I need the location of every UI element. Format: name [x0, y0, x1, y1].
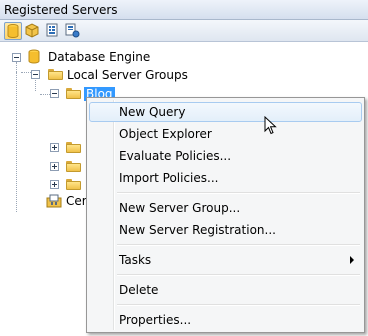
blog-collapse-toggle[interactable] — [50, 89, 59, 98]
folder-icon — [48, 69, 63, 80]
menu-item-new-query[interactable]: New Query — [89, 102, 362, 122]
analysis-services-button[interactable] — [24, 22, 42, 40]
central-management-server-icon — [46, 194, 62, 208]
tree-node-database-engine[interactable]: Database Engine — [48, 50, 150, 64]
menu-item-import-policies[interactable]: Import Policies... — [89, 168, 362, 188]
folder-icon — [66, 179, 81, 190]
reporting-services-icon — [46, 23, 58, 37]
menu-item-new-server-registration[interactable]: New Server Registration... — [89, 220, 362, 240]
window-title: Registered Servers — [0, 0, 368, 20]
expand-toggle[interactable] — [50, 162, 59, 171]
menu-separator — [117, 274, 360, 276]
menu-item-properties[interactable]: Properties... — [89, 310, 362, 330]
menu-item-new-server-group[interactable]: New Server Group... — [89, 198, 362, 218]
reporting-services-button[interactable] — [44, 22, 62, 40]
local-server-groups-collapse-toggle[interactable] — [31, 70, 40, 79]
menu-item-object-explorer[interactable]: Object Explorer — [89, 124, 362, 144]
analysis-services-icon — [25, 23, 39, 38]
menu-item-tasks-row[interactable]: Tasks — [89, 250, 362, 270]
database-engine-icon — [28, 49, 40, 64]
menu-separator — [117, 192, 360, 194]
integration-services-button[interactable] — [64, 22, 82, 40]
submenu-arrow-icon — [350, 256, 354, 264]
integration-services-icon — [65, 23, 80, 38]
database-engine-collapse-toggle[interactable] — [12, 53, 21, 62]
folder-icon — [66, 161, 81, 172]
tree-node-central-management[interactable]: Cer — [66, 194, 87, 208]
database-engine-button[interactable] — [4, 22, 22, 40]
menu-item-evaluate-policies[interactable]: Evaluate Policies... — [89, 146, 362, 166]
mouse-cursor-icon — [264, 116, 277, 135]
folder-icon — [66, 88, 81, 99]
expand-toggle[interactable] — [50, 180, 59, 189]
menu-separator — [117, 244, 360, 246]
context-menu: New Query Object Explorer Evaluate Polic… — [86, 97, 365, 333]
folder-icon — [66, 142, 81, 153]
expand-toggle[interactable] — [50, 143, 59, 152]
menu-separator — [117, 304, 360, 306]
database-engine-icon — [7, 24, 19, 38]
menu-item-delete[interactable]: Delete — [89, 280, 362, 300]
tree-node-local-server-groups[interactable]: Local Server Groups — [67, 68, 188, 82]
toolbar — [0, 20, 368, 42]
menu-item-tasks[interactable]: Tasks — [89, 250, 362, 270]
